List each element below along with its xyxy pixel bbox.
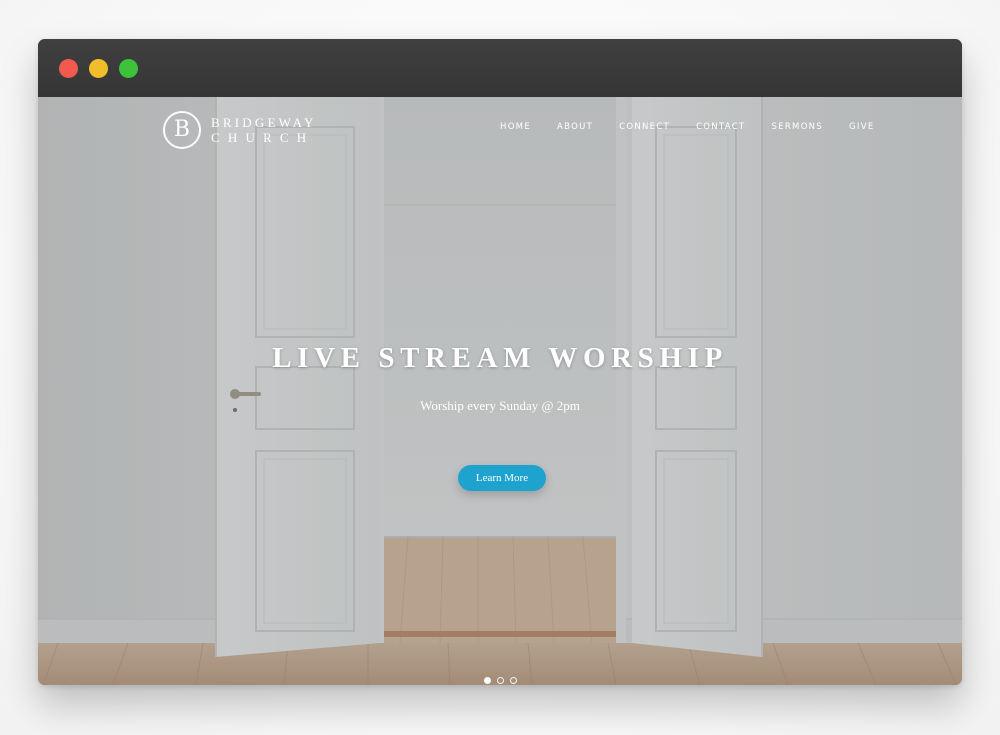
slider-pagination (484, 677, 517, 684)
maximize-window-button[interactable] (119, 59, 138, 78)
hero-subtitle: Worship every Sunday @ 2pm (420, 398, 580, 413)
browser-window: B BRIDGEWAY CHURCH HOME ABOUT CONNECT CO… (38, 39, 962, 685)
close-window-button[interactable] (59, 59, 78, 78)
site-logo[interactable]: B BRIDGEWAY CHURCH (163, 110, 317, 150)
nav-item-give[interactable]: GIVE (849, 122, 874, 132)
window-titlebar (38, 39, 962, 97)
nav-item-home[interactable]: HOME (500, 122, 531, 132)
slider-dot-2[interactable] (497, 677, 504, 684)
slider-dot-3[interactable] (510, 677, 517, 684)
hero-dark-overlay (38, 97, 962, 685)
hero-title: LIVE STREAM WORSHIP (272, 342, 728, 374)
slider-dot-1[interactable] (484, 677, 491, 684)
logo-line-bridgeway: BRIDGEWAY (211, 115, 317, 130)
nav-item-sermons[interactable]: SERMONS (771, 122, 823, 132)
website-viewport: B BRIDGEWAY CHURCH HOME ABOUT CONNECT CO… (38, 97, 962, 685)
nav-item-about[interactable]: ABOUT (557, 122, 593, 132)
nav-item-contact[interactable]: CONTACT (696, 122, 745, 132)
logo-wordmark: BRIDGEWAY CHURCH (211, 115, 317, 145)
logo-line-church: CHURCH (211, 130, 315, 145)
minimize-window-button[interactable] (89, 59, 108, 78)
learn-more-button[interactable]: Learn More (458, 465, 546, 491)
main-navigation: HOME ABOUT CONNECT CONTACT SERMONS GIVE (500, 122, 875, 132)
logo-b-icon: B (163, 111, 201, 149)
nav-item-connect[interactable]: CONNECT (619, 122, 670, 132)
